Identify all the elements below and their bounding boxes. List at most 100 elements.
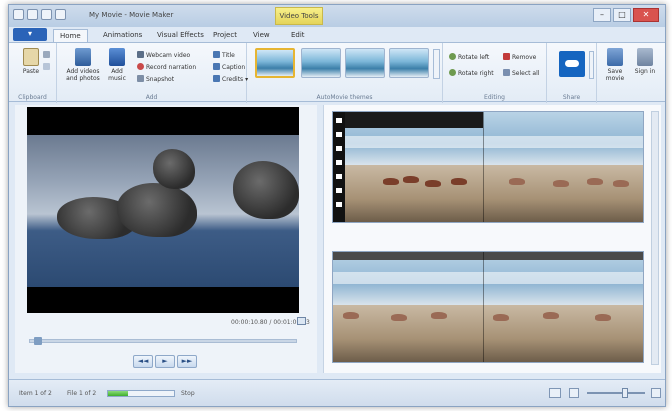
caption-button[interactable]: Caption (213, 63, 245, 72)
select-all-icon (503, 69, 510, 76)
close-button[interactable]: ✕ (633, 8, 659, 22)
clipboard-group-label: Clipboard (18, 94, 47, 101)
tab-visual-effects[interactable]: Visual Effects (151, 29, 210, 42)
horse-shape (493, 314, 509, 321)
tab-edit[interactable]: Edit (285, 29, 311, 42)
redo-icon[interactable] (55, 9, 66, 20)
title-overlay-band (333, 272, 643, 284)
rotate-right-icon (449, 69, 456, 76)
maximize-button[interactable]: □ (613, 8, 631, 22)
zoom-slider-track[interactable] (587, 392, 645, 394)
file-menu-button[interactable]: ▾ (13, 28, 47, 41)
theme-thumbnail-1[interactable] (255, 48, 295, 78)
tab-animations[interactable]: Animations (97, 29, 148, 42)
save-icon[interactable] (27, 9, 38, 20)
title-button[interactable]: Title (213, 51, 235, 60)
microphone-icon (137, 63, 144, 70)
share-gallery-scroll[interactable] (589, 51, 594, 79)
export-progress-bar (107, 390, 175, 397)
seal-shape (233, 161, 299, 219)
minimize-button[interactable]: – (593, 8, 611, 22)
themes-gallery-scroll[interactable] (433, 49, 440, 79)
horse-shape (451, 178, 467, 185)
share-group-label: Share (562, 94, 581, 101)
title-overlay-band (333, 136, 643, 148)
storyboard-scrollbar[interactable] (651, 111, 659, 365)
play-button[interactable]: ► (155, 355, 175, 368)
app-icon[interactable] (13, 9, 24, 20)
rotate-left-button[interactable]: Rotate left (449, 53, 489, 62)
add-videos-button[interactable]: Add videos and photos (65, 48, 101, 82)
video-tools-contextual-tab[interactable]: Video Tools (275, 7, 323, 25)
clip-divider (483, 252, 484, 362)
clipboard-group: Paste Clipboard (9, 43, 57, 103)
onedrive-share-icon[interactable] (559, 51, 585, 77)
film-sprocket-strip (333, 112, 345, 222)
camera-icon (137, 75, 144, 82)
storyboard-clip-1[interactable] (332, 111, 644, 223)
fullscreen-icon[interactable] (297, 317, 306, 325)
title-bar: My Movie - Movie Maker Video Tools – □ ✕ (9, 5, 665, 27)
zoom-out-icon[interactable] (569, 388, 579, 398)
remove-button[interactable]: Remove (503, 53, 536, 62)
window-controls: – □ ✕ (593, 8, 659, 22)
clip-top-strip (333, 252, 643, 260)
sign-in-button[interactable]: Sign in (631, 48, 659, 75)
tab-home[interactable]: Home (53, 29, 88, 42)
rotate-right-label: Rotate right (458, 70, 494, 77)
zoom-slider-thumb[interactable] (621, 388, 628, 398)
paste-button[interactable]: Paste (17, 48, 45, 75)
save-movie-button[interactable]: Save movie (601, 48, 629, 82)
horse-shape (543, 312, 559, 319)
theme-thumbnail-3[interactable] (345, 48, 385, 78)
theme-thumbnail-2[interactable] (301, 48, 341, 78)
credits-label: Credits ▾ (222, 76, 249, 83)
storyboard-playhead[interactable] (483, 112, 484, 222)
preview-frame-seals (27, 135, 299, 287)
ribbon: Paste Clipboard Add videos and photos Ad… (9, 42, 665, 103)
export-progress-fill (108, 391, 128, 396)
theme-thumbnail-4[interactable] (389, 48, 429, 78)
zoom-in-icon[interactable] (651, 388, 661, 398)
webcam-label: Webcam video (146, 52, 191, 59)
snapshot-button[interactable]: Snapshot (137, 75, 174, 84)
horse-shape (343, 312, 359, 319)
status-bar: Item 1 of 2 File 1 of 2 Stop (9, 379, 665, 406)
file-progress-label: File 1 of 2 (67, 390, 97, 397)
previous-frame-button[interactable]: ◄◄ (133, 355, 153, 368)
share-group: Share (547, 43, 597, 103)
tab-project[interactable]: Project (207, 29, 243, 42)
title-icon (213, 51, 220, 58)
add-group-label: Add (145, 94, 158, 101)
video-preview[interactable] (27, 107, 299, 313)
credits-button[interactable]: Credits ▾ (213, 75, 248, 84)
record-narration-button[interactable]: Record narration (137, 63, 196, 72)
item-counter: Item 1 of 2 (19, 390, 52, 397)
playback-controls: ◄◄ ► ►► (133, 355, 197, 368)
rotate-right-button[interactable]: Rotate right (449, 69, 494, 78)
storyboard-clip-2[interactable] (332, 251, 644, 363)
caption-label: Caption (222, 64, 246, 71)
tab-view[interactable]: View (247, 29, 276, 42)
copy-button[interactable] (43, 63, 52, 72)
horse-shape (587, 178, 603, 185)
horse-shape (509, 178, 525, 185)
storyboard-view-icon[interactable] (549, 388, 561, 398)
cut-button[interactable] (43, 51, 52, 60)
horse-shape (403, 176, 419, 183)
add-group: Add videos and photos Add music Webcam v… (57, 43, 248, 103)
preview-seek-bar[interactable] (29, 339, 297, 343)
add-music-button[interactable]: Add music (103, 48, 131, 82)
select-all-label: Select all (512, 70, 540, 77)
next-frame-button[interactable]: ►► (177, 355, 197, 368)
select-all-button[interactable]: Select all (503, 69, 539, 78)
title-label: Title (222, 52, 235, 59)
undo-icon[interactable] (41, 9, 52, 20)
stop-link[interactable]: Stop (181, 390, 195, 397)
music-note-icon (109, 48, 125, 66)
sign-in-label: Sign in (634, 68, 656, 75)
window-title: My Movie - Movie Maker (89, 11, 174, 19)
webcam-icon (137, 51, 144, 58)
webcam-button[interactable]: Webcam video (137, 51, 190, 60)
seek-thumb[interactable] (34, 337, 43, 345)
